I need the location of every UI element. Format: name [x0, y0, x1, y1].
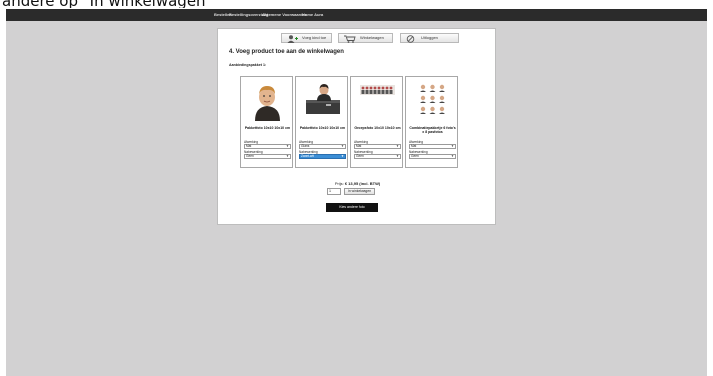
chevron-down-icon: ▼ [451, 154, 454, 158]
child-portrait-image [247, 80, 288, 121]
package-label: Aanbiedingspakket 1: [229, 63, 267, 67]
nabewerking-value: Geen [411, 154, 419, 158]
price-label: Prijs: [334, 181, 344, 186]
product-title: Pakketfoto 10x10 10x10 cm [299, 126, 346, 130]
afwerking-select[interactable]: Glans ▼ [299, 144, 346, 149]
add-to-cart-button[interactable]: In winkelwagen [344, 188, 375, 195]
product-card[interactable]: Combinatiepakketje 6 foto's x 8 pasfotos… [405, 76, 458, 168]
product-title: Pakketfoto 10x10 10x10 cm [244, 126, 291, 130]
chevron-down-icon: ▼ [286, 154, 289, 158]
nav-item-algemene-voorwaarden[interactable]: Algemene Voorwaarden [262, 10, 307, 20]
afwerking-select[interactable]: Mat ▼ [354, 144, 401, 149]
group-photo-image [357, 80, 398, 121]
product-title: Combinatiepakketje 6 foto's x 8 pasfotos [409, 126, 456, 135]
afwerking-value: Mat [411, 144, 417, 148]
chevron-down-icon: ▼ [286, 144, 289, 148]
nabewerking-select[interactable]: Zwart-wit ▼ [299, 154, 346, 159]
nabewerking-value: Zwart-wit [301, 154, 314, 158]
product-card[interactable]: Pakketfoto 10x10 10x10 cm Afwerking Glan… [295, 76, 348, 168]
price-value: € 13,95 (incl. BTW) [344, 181, 381, 186]
cart-icon [344, 35, 356, 43]
logout-icon [406, 35, 415, 43]
afwerking-select[interactable]: Mat ▼ [409, 144, 456, 149]
add-child-label: Voeg kind toe [302, 35, 327, 40]
chevron-down-icon: ▼ [396, 154, 399, 158]
chevron-down-icon: ▼ [341, 144, 344, 148]
page-title: 4. Voeg product toe aan de winkelwagen [229, 49, 344, 55]
product-card[interactable]: Groepsfoto 10x10 10x10 cm Afwerking Mat ▼… [350, 76, 403, 168]
chevron-down-icon: ▼ [396, 144, 399, 148]
add-user-icon [287, 35, 298, 43]
child-at-desk-image [302, 80, 343, 121]
nabewerking-select[interactable]: Geen ▼ [244, 154, 291, 159]
cart-button[interactable]: Winkelwagen [338, 33, 393, 43]
top-navigation: Bestellen Bestellingsoverzicht Algemene … [6, 9, 707, 21]
passport-photos-image [412, 80, 453, 121]
caption-text: andere op "In winkelwagen" [0, 0, 713, 8]
afwerking-select[interactable]: Mat ▼ [244, 144, 291, 149]
nabewerking-value: Geen [356, 154, 364, 158]
product-card[interactable]: Pakketfoto 10x10 10x10 cm Afwerking Mat ▼… [240, 76, 293, 168]
afwerking-value: Glans [301, 144, 310, 148]
nabewerking-select[interactable]: Geen ▼ [354, 154, 401, 159]
choose-other-photo-button[interactable]: Kies andere foto [326, 203, 378, 212]
logout-button[interactable]: Uitloggen [400, 33, 459, 43]
afwerking-value: Mat [246, 144, 252, 148]
nabewerking-value: Geen [246, 154, 254, 158]
price-line: Prijs: € 13,95 (incl. BTW) [218, 181, 497, 186]
browser-viewport: Bestellen Bestellingsoverzicht Algemene … [6, 9, 707, 376]
add-child-button[interactable]: Voeg kind toe [281, 33, 332, 43]
product-title: Groepsfoto 10x10 10x10 cm [354, 126, 401, 130]
chevron-down-icon: ▼ [451, 144, 454, 148]
afwerking-value: Mat [356, 144, 362, 148]
cart-label: Winkelwagen [360, 35, 384, 40]
nabewerking-select[interactable]: Geen ▼ [409, 154, 456, 159]
chevron-down-icon: ▼ [341, 154, 344, 158]
nav-item-home-aura[interactable]: Home Aura [302, 10, 323, 20]
order-panel: Voeg kind toe Winkelwagen Uitloggen 4. V… [217, 28, 496, 225]
quantity-input[interactable]: 1 [327, 188, 341, 195]
logout-label: Uitloggen [421, 35, 438, 40]
